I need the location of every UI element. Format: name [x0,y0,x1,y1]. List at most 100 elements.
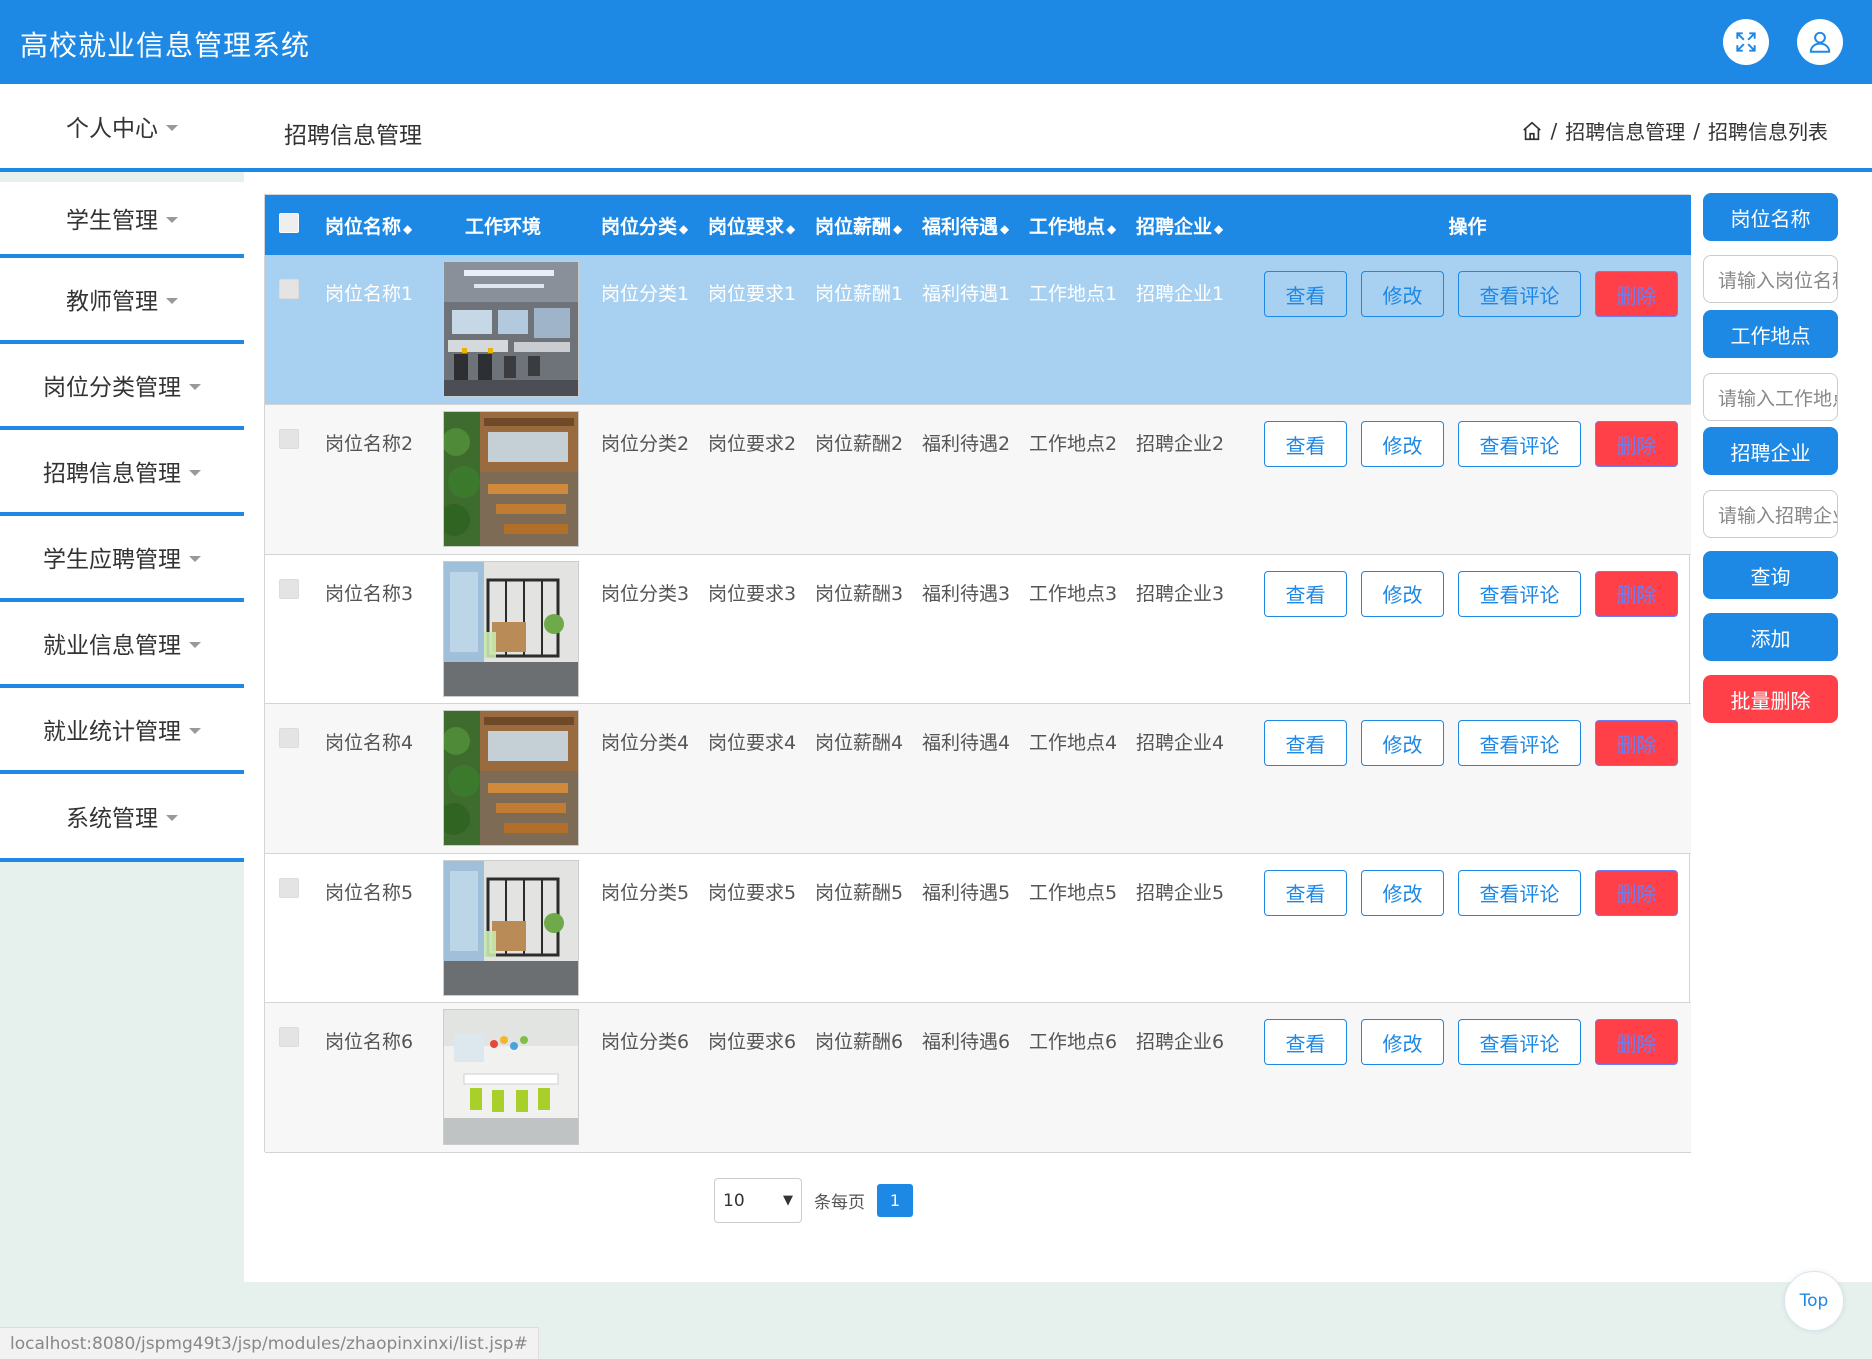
view-comments-button[interactable]: 查看评论 [1458,570,1581,617]
cell-actions: 查看 修改 查看评论 删除 [1244,853,1691,1003]
edit-button[interactable]: 修改 [1361,421,1444,467]
breadcrumb-separator: / [1550,118,1558,143]
cell-benefits: 福利待遇6 [922,1031,1011,1053]
table-row[interactable]: 岗位名称1 岗位分类1 岗位要求1 岗位薪酬1 福利待遇1 工作地点1 招聘企业1 查看 修改查… [265,255,1691,405]
sidebar-item-application[interactable]: 学生应聘管理 [0,516,244,602]
delete-button[interactable]: 删除 [1595,271,1678,317]
sidebar-item-employment-stats[interactable]: 就业统计管理 [0,688,244,774]
row-checkbox[interactable] [279,279,299,299]
cell-work-environment [435,405,593,555]
column-header-label: 岗位要求 [708,215,785,238]
delete-button[interactable]: 删除 [1595,869,1678,916]
row-checkbox[interactable] [279,1027,299,1047]
view-comments-button[interactable]: 查看评论 [1458,720,1581,766]
edit-button[interactable]: 修改 [1361,869,1444,916]
column-header: 工作环境 [435,195,593,255]
page-size-select[interactable]: 10 ▼ [714,1178,802,1223]
column-header-label: 福利待遇 [922,215,999,238]
cell-benefits: 福利待遇1 [922,283,1011,305]
column-header[interactable]: 岗位薪酬 ◆ [807,195,914,255]
edit-button[interactable]: 修改 [1361,1019,1444,1065]
cell-job-requirement: 岗位要求3 [708,582,797,605]
page-title: 招聘信息管理 [284,123,422,149]
page-number-button[interactable]: 1 [877,1184,913,1217]
column-header[interactable]: 福利待遇 ◆ [914,195,1021,255]
column-header[interactable]: 招聘企业 ◆ [1128,195,1244,255]
back-to-top-button[interactable]: Top [1784,1271,1844,1331]
sidebar-item-teacher[interactable]: 教师管理 [0,258,244,344]
cell-company: 招聘企业1 [1136,283,1225,305]
view-button[interactable]: 查看 [1264,570,1347,617]
home-icon[interactable] [1521,120,1543,142]
delete-button[interactable]: 删除 [1595,570,1678,617]
table-row[interactable]: 岗位名称6 岗位分类6 岗位要求6 岗位薪酬6 福利待遇6 工作地点6 招聘企业6 查看 修改查… [265,1002,1691,1153]
per-page-label: 条每页 [814,1193,865,1213]
search-input-company[interactable]: 请输入招聘企业 [1703,490,1838,538]
add-button[interactable]: 添加 [1703,613,1838,661]
cell-location: 工作地点3 [1029,582,1118,605]
caret-down-icon [189,470,201,476]
cell-salary: 岗位薪酬2 [815,433,904,455]
view-button[interactable]: 查看 [1264,271,1347,317]
sidebar-item-system[interactable]: 系统管理 [0,774,244,862]
view-button[interactable]: 查看 [1264,421,1347,467]
table-row[interactable]: 岗位名称2 岗位分类2 岗位要求2 岗位薪酬2 福利待遇2 工作地点2 招聘企业2 查看 修改查… [265,404,1691,555]
table-row[interactable]: 岗位名称4 岗位分类4 岗位要求4 岗位薪酬4 福利待遇4 工作地点4 招聘企业4 查看 修改查… [265,703,1691,853]
cell-salary: 岗位薪酬1 [815,283,904,305]
sidebar-item-job-category[interactable]: 岗位分类管理 [0,344,244,430]
sidebar-item-student[interactable]: 学生管理 [0,182,244,258]
delete-button[interactable]: 删除 [1595,421,1678,467]
row-checkbox[interactable] [279,877,299,898]
view-button[interactable]: 查看 [1264,869,1347,916]
delete-button[interactable]: 删除 [1595,1019,1678,1065]
sidebar-item-personal-center[interactable]: 个人中心 [0,84,244,172]
row-checkbox[interactable] [279,728,299,748]
column-header[interactable]: 工作地点 ◆ [1021,195,1128,255]
view-comments-button[interactable]: 查看评论 [1458,421,1581,467]
delete-button[interactable]: 删除 [1595,720,1678,766]
row-checkbox[interactable] [279,578,299,599]
edit-button[interactable]: 修改 [1361,271,1444,317]
fullscreen-button[interactable] [1723,19,1769,65]
row-checkbox[interactable] [279,429,299,449]
cell-job-category: 岗位分类5 [601,881,690,904]
view-button[interactable]: 查看 [1264,1019,1347,1065]
column-header[interactable]: 岗位分类 ◆ [593,195,700,255]
column-header[interactable]: 岗位要求 ◆ [700,195,807,255]
row-select-cell [265,554,317,704]
edit-button[interactable]: 修改 [1361,720,1444,766]
work-environment-image [443,560,579,697]
view-comments-button[interactable]: 查看评论 [1458,869,1581,916]
cell-job-category: 岗位分类1 [601,283,690,305]
edit-button[interactable]: 修改 [1361,570,1444,617]
sidebar-item-label: 个人中心 [66,116,158,142]
cell-work-environment [435,255,593,405]
select-all-header [265,195,317,255]
view-comments-button[interactable]: 查看评论 [1458,1019,1581,1065]
cell-location: 工作地点6 [1029,1031,1118,1053]
user-button[interactable] [1797,19,1843,65]
breadcrumb-item[interactable]: 招聘信息管理 [1565,116,1685,145]
view-button[interactable]: 查看 [1264,720,1347,766]
cell-salary: 岗位薪酬4 [815,732,904,754]
search-input-job-name[interactable]: 请输入岗位名称 [1703,255,1838,303]
user-icon [1809,31,1831,53]
row-select-cell [265,1003,317,1153]
table-row[interactable]: 岗位名称3 岗位分类3 岗位要求3 岗位薪酬3 福利待遇3 工作地点3 招聘企业3 查看 修改查… [265,554,1691,704]
query-button[interactable]: 查询 [1703,551,1838,599]
cell-actions: 查看 修改 查看评论 删除 [1244,255,1691,405]
breadcrumb-item: 招聘信息列表 [1708,120,1828,144]
view-comments-button[interactable]: 查看评论 [1458,271,1581,317]
search-input-location[interactable]: 请输入工作地点 [1703,373,1838,421]
sidebar-item-recruitment[interactable]: 招聘信息管理 [0,430,244,516]
work-environment-image [443,261,579,397]
caret-down-icon [189,728,201,734]
caret-down-icon [189,556,201,562]
cell-location: 工作地点5 [1029,881,1118,904]
sidebar-item-employment-info[interactable]: 就业信息管理 [0,602,244,688]
column-header[interactable]: 岗位名称 ◆ [317,195,435,255]
sort-icon: ◆ [1214,221,1224,236]
batch-delete-button[interactable]: 批量删除 [1703,675,1838,723]
select-all-checkbox[interactable] [279,212,299,233]
table-row[interactable]: 岗位名称5 岗位分类5 岗位要求5 岗位薪酬5 福利待遇5 工作地点5 招聘企业5 查看 修改查… [265,853,1691,1003]
